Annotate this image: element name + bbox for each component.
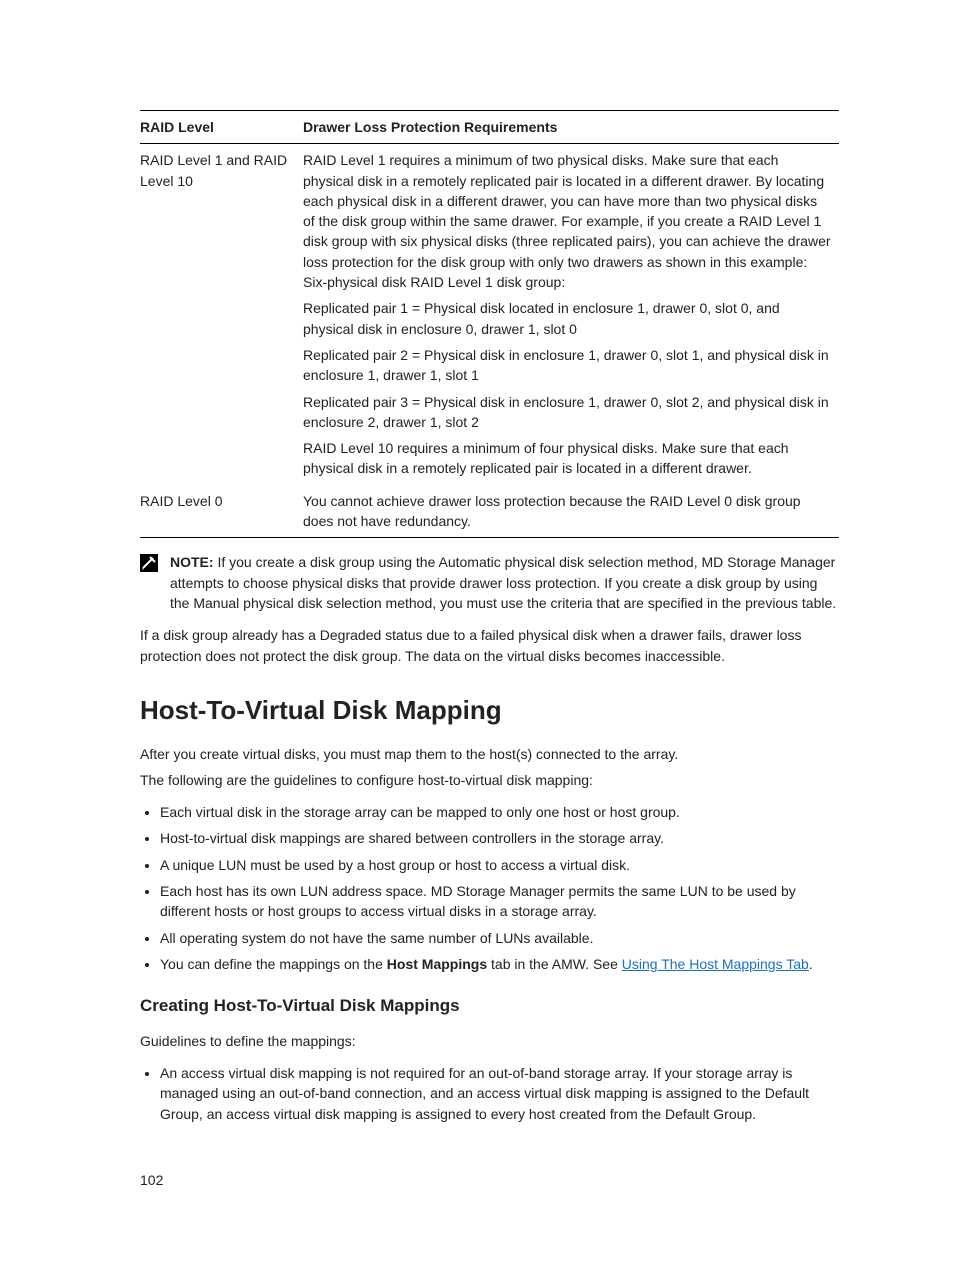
cell-para: You cannot achieve drawer loss protectio… <box>303 491 831 532</box>
cell-para: RAID Level 1 requires a minimum of two p… <box>303 150 831 292</box>
raid-table: RAID Level Drawer Loss Protection Requir… <box>140 110 839 538</box>
note-body: If you create a disk group using the Aut… <box>170 554 836 611</box>
raid-level-cell: RAID Level 0 <box>140 485 303 538</box>
table-header-requirements: Drawer Loss Protection Requirements <box>303 111 839 144</box>
raid-requirements-cell: RAID Level 1 requires a minimum of two p… <box>303 144 839 485</box>
note-text: NOTE: If you create a disk group using t… <box>170 552 839 613</box>
note-icon-wrap <box>140 552 170 577</box>
list-item: An access virtual disk mapping is not re… <box>160 1063 839 1124</box>
list-item: Each virtual disk in the storage array c… <box>160 802 839 822</box>
table-row: RAID Level 1 and RAID Level 10 RAID Leve… <box>140 144 839 485</box>
table-header-level: RAID Level <box>140 111 303 144</box>
bold-text: Host Mappings <box>387 956 487 972</box>
list-item: Each host has its own LUN address space.… <box>160 881 839 922</box>
note-icon <box>140 554 158 577</box>
sub-guidelines-list: An access virtual disk mapping is not re… <box>140 1063 839 1124</box>
section-heading: Host-To-Virtual Disk Mapping <box>140 692 839 730</box>
list-item: A unique LUN must be used by a host grou… <box>160 855 839 875</box>
note-block: NOTE: If you create a disk group using t… <box>140 552 839 613</box>
body-paragraph: After you create virtual disks, you must… <box>140 744 839 764</box>
subsection-heading: Creating Host-To-Virtual Disk Mappings <box>140 994 839 1019</box>
list-item: All operating system do not have the sam… <box>160 928 839 948</box>
list-text: . <box>809 956 813 972</box>
guidelines-list: Each virtual disk in the storage array c… <box>140 802 839 974</box>
list-text: tab in the AMW. See <box>487 956 622 972</box>
raid-requirements-cell: You cannot achieve drawer loss protectio… <box>303 485 839 538</box>
body-paragraph: The following are the guidelines to conf… <box>140 770 839 790</box>
page: RAID Level Drawer Loss Protection Requir… <box>0 0 954 1268</box>
body-paragraph: If a disk group already has a Degraded s… <box>140 625 839 666</box>
list-item: Host-to-virtual disk mappings are shared… <box>160 828 839 848</box>
cell-para: Replicated pair 3 = Physical disk in enc… <box>303 392 831 433</box>
host-mappings-tab-link[interactable]: Using The Host Mappings Tab <box>622 956 809 972</box>
note-label: NOTE: <box>170 554 214 570</box>
cell-para: Replicated pair 1 = Physical disk locate… <box>303 298 831 339</box>
table-row: RAID Level 0 You cannot achieve drawer l… <box>140 485 839 538</box>
raid-level-cell: RAID Level 1 and RAID Level 10 <box>140 144 303 485</box>
cell-para: Replicated pair 2 = Physical disk in enc… <box>303 345 831 386</box>
body-paragraph: Guidelines to define the mappings: <box>140 1031 839 1051</box>
page-number: 102 <box>140 1170 163 1190</box>
cell-para: RAID Level 10 requires a minimum of four… <box>303 438 831 479</box>
list-item: You can define the mappings on the Host … <box>160 954 839 974</box>
list-text: You can define the mappings on the <box>160 956 387 972</box>
